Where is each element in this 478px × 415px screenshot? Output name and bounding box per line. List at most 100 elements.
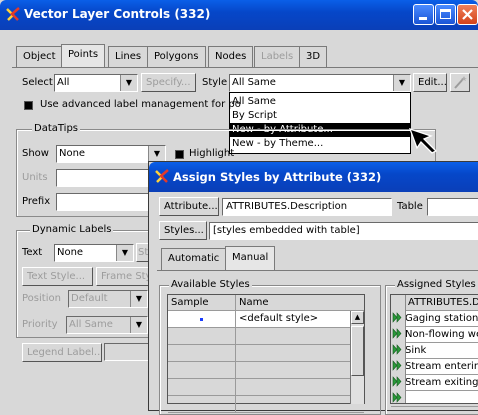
- scroll-thumb[interactable]: [351, 326, 364, 376]
- datatips-prefix-label: Prefix: [22, 196, 51, 207]
- table-row[interactable]: [168, 379, 364, 396]
- attribute-field[interactable]: ATTRIBUTES.Description: [222, 198, 392, 216]
- name-column-header: Name: [239, 297, 269, 308]
- assign-arrow-icon[interactable]: [392, 311, 403, 323]
- maximize-button[interactable]: [435, 4, 456, 25]
- select-combo[interactable]: All ▼: [54, 74, 138, 92]
- datatips-units-label: Units: [22, 172, 48, 183]
- table-row[interactable]: [168, 345, 364, 362]
- sample-cell: [168, 311, 236, 327]
- chevron-down-icon[interactable]: ▼: [120, 75, 137, 91]
- dynamic-priority-combo[interactable]: All Same ▼: [66, 316, 148, 334]
- tab-polygons[interactable]: Polygons: [147, 46, 206, 68]
- minimize-button[interactable]: [413, 4, 434, 25]
- assigned-item-label: Non-flowing we: [405, 329, 478, 340]
- datatips-prefix-field[interactable]: [56, 193, 156, 211]
- select-value: All: [57, 77, 70, 88]
- dialog-tab-manual[interactable]: Manual: [225, 246, 276, 271]
- assigned-styles-list[interactable]: ATTRIBUTES.D Gaging station Non-flowing …: [390, 294, 478, 407]
- assign-arrow-icon[interactable]: [392, 375, 403, 387]
- app-icon: [6, 7, 20, 21]
- tab-panel-border: [12, 67, 478, 68]
- tab-object[interactable]: Object: [16, 46, 63, 68]
- tab-labels[interactable]: Labels: [254, 46, 301, 68]
- assign-styles-dialog: Assign Styles by Attribute (332) Attribu…: [148, 161, 478, 415]
- highlight-label: Highlight: [189, 148, 235, 159]
- datatips-show-label: Show: [22, 148, 49, 159]
- chevron-down-icon[interactable]: ▼: [148, 146, 165, 162]
- styles-value: [styles embedded with table]: [213, 225, 360, 236]
- chevron-down-icon[interactable]: ▼: [130, 291, 147, 307]
- assign-arrow-icon[interactable]: [392, 343, 403, 355]
- dynamic-text-combo[interactable]: None ▼: [54, 244, 134, 262]
- tab-points[interactable]: Points: [61, 44, 106, 68]
- main-window-title: Vector Layer Controls (332): [24, 7, 211, 21]
- main-titlebar[interactable]: Vector Layer Controls (332): [0, 0, 478, 30]
- dropdown-option-all-same[interactable]: All Same: [230, 95, 410, 109]
- table-row[interactable]: [168, 328, 364, 345]
- specify-button[interactable]: Specify...: [141, 73, 196, 92]
- dynamic-priority-value: All Same: [69, 319, 113, 330]
- frame-style-button[interactable]: Frame Style...: [96, 267, 152, 286]
- dialog-title: Assign Styles by Attribute (332): [173, 170, 382, 184]
- table-row[interactable]: <default style>: [168, 311, 364, 328]
- attribute-button[interactable]: Attribute...: [159, 197, 219, 216]
- datatips-group-title: DataTips: [32, 123, 81, 134]
- scroll-up-icon[interactable]: ▲: [351, 311, 364, 324]
- highlight-checkbox[interactable]: [175, 150, 184, 159]
- chevron-down-icon[interactable]: ▼: [393, 75, 410, 91]
- mouse-cursor-icon: [409, 128, 438, 154]
- dynamic-position-combo[interactable]: Default ▼: [68, 290, 148, 308]
- tab-lines[interactable]: Lines: [108, 46, 149, 68]
- legend-label-field[interactable]: [104, 343, 150, 361]
- available-styles-scrollbar[interactable]: ▲: [350, 311, 364, 404]
- assigned-item-label: Sink: [405, 345, 427, 356]
- styles-field[interactable]: [styles embedded with table]: [209, 222, 478, 240]
- dynamic-labels-group-title: Dynamic Labels: [30, 224, 114, 235]
- assign-arrow-icon[interactable]: [392, 327, 403, 339]
- tab-3d[interactable]: 3D: [299, 46, 328, 68]
- dynamic-position-label: Position: [22, 293, 61, 304]
- wand-icon: [454, 76, 467, 89]
- assign-arrow-icon[interactable]: [392, 359, 403, 371]
- chevron-down-icon[interactable]: ▼: [116, 245, 133, 261]
- datatips-show-value: None: [59, 148, 86, 159]
- chevron-down-icon[interactable]: ▼: [130, 317, 147, 333]
- assigned-header-text: ATTRIBUTES.D: [408, 297, 478, 308]
- edit-style-button[interactable]: Edit...: [413, 73, 447, 92]
- dialog-app-icon: [155, 169, 169, 183]
- assigned-item-label: Stream enterin: [405, 361, 478, 372]
- assigned-item-label: Stream exiting: [405, 377, 478, 388]
- attribute-value: ATTRIBUTES.Description: [226, 201, 348, 212]
- table-field[interactable]: [427, 198, 478, 216]
- available-styles-grid[interactable]: Sample Name <default style> ▲: [167, 294, 365, 413]
- sample-column-header: Sample: [168, 295, 236, 310]
- dialog-tab-panel-border: [157, 270, 478, 271]
- grid-header: Sample Name: [168, 295, 364, 311]
- table-label: Table: [397, 201, 423, 212]
- dynamic-text-label: Text: [22, 247, 43, 258]
- advanced-label-checkbox[interactable]: [24, 101, 33, 110]
- table-row[interactable]: [168, 362, 364, 379]
- dynamic-priority-label: Priority: [22, 319, 58, 330]
- available-styles-title: Available Styles: [169, 279, 252, 290]
- style-combo[interactable]: All Same ▼: [229, 74, 411, 92]
- dialog-titlebar[interactable]: Assign Styles by Attribute (332): [149, 162, 478, 192]
- assign-arrow-icon[interactable]: [392, 391, 403, 403]
- style-label: Style: [202, 77, 228, 88]
- magic-wand-button[interactable]: [450, 73, 470, 92]
- table-row[interactable]: [168, 396, 364, 413]
- tab-nodes[interactable]: Nodes: [208, 46, 254, 68]
- dropdown-option-by-script[interactable]: By Script: [230, 109, 410, 123]
- styles-button[interactable]: Styles...: [159, 221, 207, 240]
- style-value: All Same: [232, 77, 276, 88]
- dynamic-text-value: None: [57, 247, 84, 258]
- close-button[interactable]: [457, 4, 478, 25]
- sample-point-icon: [200, 318, 203, 321]
- datatips-units-field[interactable]: [56, 169, 156, 187]
- legend-label-button[interactable]: Legend Label...: [22, 343, 102, 362]
- dialog-tab-automatic[interactable]: Automatic: [161, 248, 227, 270]
- name-cell: <default style>: [239, 313, 319, 324]
- close-icon: [462, 9, 473, 20]
- text-style-button[interactable]: Text Style...: [22, 267, 93, 286]
